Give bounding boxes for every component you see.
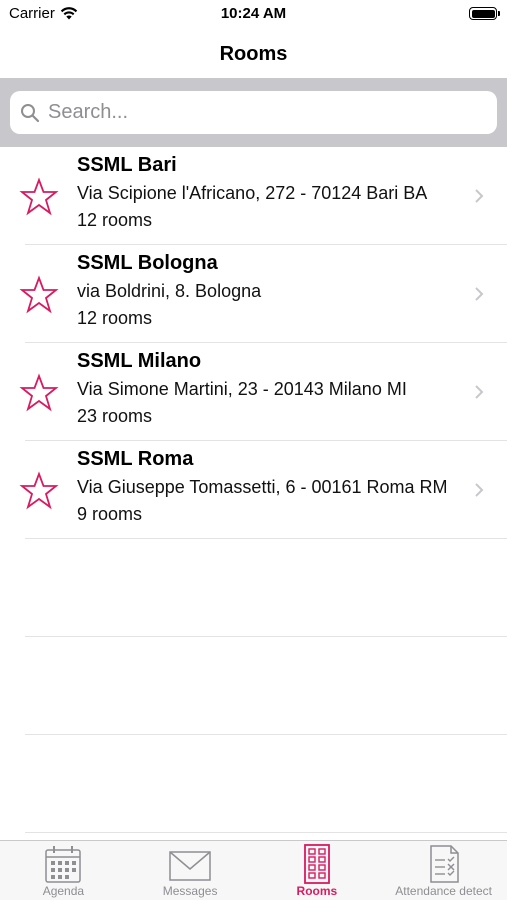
room-count: 12 rooms — [77, 308, 153, 328]
room-address: via Boldrini, 8. Bologna — [77, 281, 262, 301]
tab-label: Attendance detect — [395, 884, 492, 898]
tab-label: Messages — [162, 884, 218, 898]
star-icon[interactable] — [19, 177, 59, 217]
divider — [25, 636, 507, 637]
list-item[interactable]: SSML Roma Via Giuseppe Tomassetti, 6 - 0… — [0, 441, 507, 539]
tab-bar: Agenda Messages Rooms Attendance detect — [0, 840, 507, 900]
divider — [25, 832, 507, 833]
rooms-list: SSML Bari Via Scipione l'Africano, 272 -… — [0, 147, 507, 539]
tab-messages[interactable]: Messages — [127, 841, 254, 900]
divider — [25, 538, 507, 539]
search-input[interactable] — [48, 101, 468, 124]
tab-label: Rooms — [296, 884, 338, 898]
chevron-right-icon — [475, 287, 484, 301]
room-count: 23 rooms — [77, 406, 153, 426]
divider — [25, 734, 507, 735]
room-count: 12 rooms — [77, 210, 153, 230]
room-name: SSML Milano — [77, 350, 202, 372]
room-address: Via Simone Martini, 23 - 20143 Milano MI — [77, 379, 407, 399]
search-bar — [0, 78, 507, 147]
calendar-icon — [45, 846, 82, 883]
search-icon — [21, 103, 40, 122]
status-bar: Carrier 10:24 AM — [0, 0, 507, 30]
status-time: 10:24 AM — [220, 5, 287, 22]
navigation-bar: Rooms — [0, 30, 507, 78]
tab-attendance-detect[interactable]: Attendance detect — [380, 841, 507, 900]
list-item[interactable]: SSML Milano Via Simone Martini, 23 - 201… — [0, 343, 507, 441]
building-icon — [303, 844, 330, 884]
battery-icon — [469, 7, 500, 20]
envelope-icon — [169, 851, 211, 881]
page-title: Rooms — [219, 42, 288, 65]
room-count: 9 rooms — [77, 504, 143, 524]
list-item[interactable]: SSML Bari Via Scipione l'Africano, 272 -… — [0, 147, 507, 245]
tab-label: Agenda — [42, 884, 85, 898]
chevron-right-icon — [475, 189, 484, 203]
star-icon[interactable] — [19, 471, 59, 511]
list-item[interactable]: SSML Bologna via Boldrini, 8. Bologna 12… — [0, 245, 507, 343]
search-field[interactable] — [10, 91, 497, 134]
room-name: SSML Bari — [77, 154, 177, 176]
tab-agenda[interactable]: Agenda — [0, 841, 127, 900]
room-address: Via Giuseppe Tomassetti, 6 - 00161 Roma … — [77, 477, 448, 497]
star-icon[interactable] — [19, 373, 59, 413]
room-address: Via Scipione l'Africano, 272 - 70124 Bar… — [77, 183, 428, 203]
room-name: SSML Bologna — [77, 252, 218, 274]
chevron-right-icon — [475, 385, 484, 399]
tab-rooms[interactable]: Rooms — [254, 841, 381, 900]
room-name: SSML Roma — [77, 448, 194, 470]
star-icon[interactable] — [19, 275, 59, 315]
chevron-right-icon — [475, 483, 484, 497]
checklist-icon — [429, 845, 459, 883]
